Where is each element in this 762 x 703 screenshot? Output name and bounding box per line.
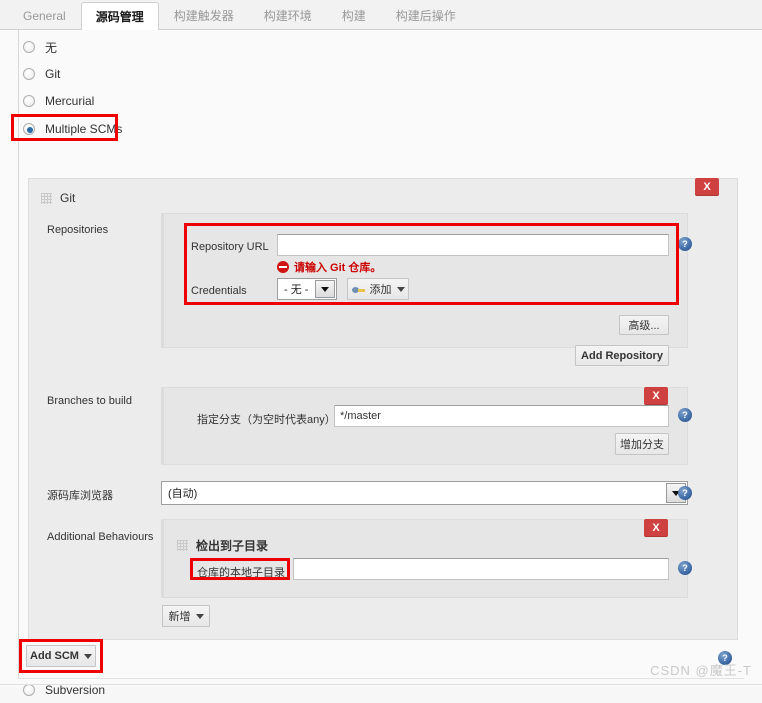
- git-scm-header: Git: [41, 191, 75, 205]
- config-tab-bar: General 源码管理 构建触发器 构建环境 构建 构建后操作: [0, 0, 762, 30]
- scm-option-git[interactable]: Git: [18, 61, 60, 87]
- branches-to-build-label: Branches to build: [47, 395, 132, 407]
- repository-url-error-text: 请输入 Git 仓库。: [294, 262, 382, 274]
- error-icon: [277, 261, 289, 273]
- repository-url-input[interactable]: [277, 234, 669, 256]
- scm-option-multiple-scms[interactable]: Multiple SCMs: [18, 116, 122, 142]
- chevron-down-icon: [83, 653, 92, 659]
- help-branch-specifier-icon[interactable]: ?: [678, 408, 692, 422]
- tab-build[interactable]: 构建: [327, 1, 381, 29]
- local-subdirectory-input[interactable]: [293, 558, 669, 580]
- behaviour-item-header: 检出到子目录: [177, 537, 268, 554]
- watermark: CSDN @魔王-T: [650, 663, 752, 678]
- help-local-subdirectory-icon[interactable]: ?: [678, 561, 692, 575]
- delete-behaviour-button[interactable]: X: [644, 519, 668, 537]
- scm-option-none-label: 无: [45, 40, 58, 55]
- branch-specifier-input[interactable]: [334, 405, 669, 427]
- git-scm-title: Git: [60, 191, 76, 205]
- drag-handle-icon[interactable]: [41, 192, 52, 204]
- scm-option-mercurial-label: Mercurial: [45, 94, 95, 108]
- additional-behaviours-label: Additional Behaviours: [47, 531, 154, 543]
- section-divider: [18, 678, 744, 679]
- scm-option-mercurial[interactable]: Mercurial: [18, 88, 94, 114]
- scm-option-subversion-label: Subversion: [45, 683, 106, 697]
- repository-browser-label: 源码库浏览器: [47, 490, 113, 502]
- page-bottom-rule: [0, 684, 762, 685]
- credentials-label: Credentials: [191, 285, 247, 297]
- tab-general[interactable]: General: [8, 1, 81, 29]
- behaviour-item-title: 检出到子目录: [196, 539, 269, 553]
- radio-multiple-scms-icon[interactable]: [23, 123, 35, 135]
- chevron-down-icon[interactable]: [315, 280, 335, 298]
- add-credentials-label: 添加: [369, 284, 392, 296]
- add-credentials-button[interactable]: 添加: [347, 278, 409, 300]
- scm-option-subversion[interactable]: Subversion: [18, 677, 105, 703]
- drag-handle-icon[interactable]: [177, 540, 188, 551]
- key-icon: [351, 285, 365, 294]
- scm-config-page: 无 Git Mercurial Multiple SCMs Git X Repo…: [0, 30, 762, 697]
- credentials-select[interactable]: - 无 -: [277, 278, 337, 300]
- chevron-down-icon: [396, 286, 405, 292]
- add-behaviour-button[interactable]: 新增: [162, 605, 210, 627]
- credentials-select-value: - 无 -: [284, 284, 309, 296]
- add-branch-button[interactable]: 增加分支: [615, 433, 669, 455]
- repository-browser-value: (自动): [168, 488, 198, 500]
- tab-source-management[interactable]: 源码管理: [80, 2, 159, 30]
- add-scm-button[interactable]: Add SCM: [26, 645, 96, 667]
- help-repository-browser-icon[interactable]: ?: [678, 486, 692, 500]
- repositories-label: Repositories: [47, 224, 109, 236]
- repository-url-error: 请输入 Git 仓库。: [277, 259, 381, 275]
- repository-browser-select[interactable]: (自动): [161, 481, 688, 505]
- git-scm-block: Git X Repositories Repository URL ? 请输入 …: [28, 178, 738, 640]
- scm-option-none[interactable]: 无: [18, 34, 57, 60]
- radio-none-icon[interactable]: [23, 41, 35, 53]
- scm-option-git-label: Git: [45, 67, 61, 81]
- help-repository-url-icon[interactable]: ?: [678, 237, 692, 251]
- tab-build-environment[interactable]: 构建环境: [249, 1, 327, 29]
- chevron-down-icon: [195, 613, 204, 619]
- scm-option-multiple-scms-label: Multiple SCMs: [45, 122, 123, 136]
- radio-subversion-icon[interactable]: [23, 684, 35, 696]
- add-repository-button[interactable]: Add Repository: [575, 345, 669, 366]
- tab-build-triggers[interactable]: 构建触发器: [159, 1, 249, 29]
- radio-git-icon[interactable]: [23, 68, 35, 80]
- advanced-button[interactable]: 高级...: [619, 315, 669, 335]
- add-behaviour-label: 新增: [168, 611, 191, 623]
- radio-mercurial-icon[interactable]: [23, 95, 35, 107]
- repository-url-label: Repository URL: [191, 241, 269, 253]
- tab-post-build[interactable]: 构建后操作: [381, 1, 471, 29]
- delete-branch-button[interactable]: X: [644, 387, 668, 405]
- delete-git-scm-button[interactable]: X: [695, 178, 719, 196]
- branch-specifier-label: 指定分支（为空时代表any）: [197, 414, 336, 426]
- add-scm-label: Add SCM: [30, 650, 79, 662]
- local-subdirectory-label: 仓库的本地子目录: [197, 567, 285, 579]
